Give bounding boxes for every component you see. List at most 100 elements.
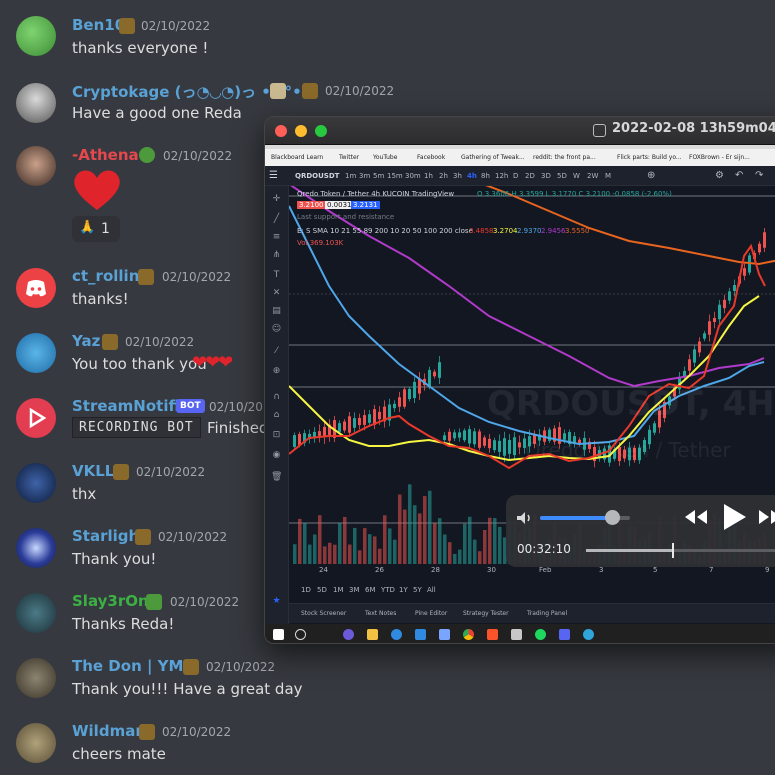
horizontal-lines-icon[interactable]: ≡ [271, 232, 282, 243]
timeframe[interactable]: 8h [481, 172, 490, 180]
menu-icon[interactable]: ☰ [269, 170, 278, 181]
avatar[interactable] [16, 658, 56, 698]
timeframe[interactable]: 2D [525, 172, 535, 180]
tab-pine-editor[interactable]: Pine Editor [415, 610, 447, 617]
rewind-icon[interactable] [684, 509, 708, 525]
bookmark[interactable]: YouTube [373, 154, 397, 161]
range-option[interactable]: All [427, 586, 436, 594]
tab-text-notes[interactable]: Text Notes [365, 610, 396, 617]
avatar[interactable] [16, 146, 56, 186]
spotify-icon[interactable] [535, 629, 546, 640]
range-option[interactable]: 3M [349, 586, 360, 594]
folder-icon[interactable] [367, 629, 378, 640]
timeframe[interactable]: 2h [439, 172, 448, 180]
timeframe[interactable]: D [513, 172, 518, 180]
add-indicator-icon[interactable]: ⊕ [647, 170, 655, 181]
star-icon[interactable]: ★ [271, 596, 282, 607]
app-icon[interactable] [343, 629, 354, 640]
playback-progress[interactable] [586, 543, 775, 558]
range-option[interactable]: 6M [365, 586, 376, 594]
eye-icon[interactable]: ◉ [271, 450, 282, 461]
volume-knob[interactable] [605, 510, 620, 525]
volume-slider[interactable] [540, 510, 630, 525]
timeframe[interactable]: W [573, 172, 580, 180]
timeframe[interactable]: 1h [424, 172, 433, 180]
measure-icon[interactable]: ▤ [271, 306, 282, 317]
timeframe[interactable]: 3m [359, 172, 370, 180]
bookmark[interactable]: Blackboard Learn [271, 154, 323, 161]
crosshair-icon[interactable]: ✛ [271, 194, 282, 205]
app-icon[interactable] [511, 629, 522, 640]
timeframe[interactable]: M [605, 172, 611, 180]
range-option[interactable]: 5Y [413, 586, 422, 594]
username[interactable]: Yaz [72, 332, 100, 350]
username[interactable]: Wildman [72, 722, 146, 740]
playhead[interactable] [671, 543, 674, 558]
avatar[interactable] [16, 723, 56, 763]
timeframe[interactable]: 2W [587, 172, 598, 180]
maximize-icon[interactable] [315, 125, 327, 137]
undo-icon[interactable]: ↶ [735, 170, 743, 181]
bookmark[interactable]: Flick parts: Build yo... [617, 154, 682, 161]
mail-icon[interactable] [415, 629, 426, 640]
ruler-icon[interactable]: ⁄ [271, 346, 282, 357]
timeframe[interactable]: 30m [405, 172, 421, 180]
zoom-in-icon[interactable]: ⊕ [271, 366, 282, 377]
brave-icon[interactable] [487, 629, 498, 640]
symbol-search[interactable]: QRDOUSDT [295, 172, 339, 180]
stream-notifier-logo-icon[interactable] [16, 398, 56, 438]
bookmark[interactable]: FOXBrown - Er sijn... [689, 154, 750, 161]
settings-icon[interactable]: ⚙ [715, 170, 724, 181]
timeframe[interactable]: 3h [453, 172, 462, 180]
discord-icon[interactable] [559, 629, 570, 640]
trash-icon[interactable]: 🗑 [271, 472, 282, 483]
volume-icon[interactable] [516, 511, 534, 525]
close-icon[interactable] [275, 125, 287, 137]
reaction-pill[interactable]: 🙏 1 [72, 216, 120, 242]
timeframe-active[interactable]: 4h [467, 172, 477, 180]
avatar[interactable] [16, 528, 56, 568]
redo-icon[interactable]: ↷ [755, 170, 763, 181]
store-icon[interactable] [439, 629, 450, 640]
bookmark[interactable]: Gathering of Tweak... [461, 154, 525, 161]
range-option[interactable]: YTD [381, 586, 395, 594]
lock-icon[interactable]: ⌂ [271, 410, 282, 421]
timeframe[interactable]: 5m [373, 172, 384, 180]
edge-icon[interactable] [391, 629, 402, 640]
bookmark[interactable]: Facebook [417, 154, 445, 161]
range-option[interactable]: 1Y [399, 586, 408, 594]
username[interactable]: Cryptokage (っ◔◡◔)っ •`-°• [72, 81, 302, 102]
avatar[interactable] [16, 83, 56, 123]
bookmark[interactable]: reddit: the front pa... [533, 154, 596, 161]
fast-forward-icon[interactable] [758, 509, 775, 525]
tab-strategy-tester[interactable]: Strategy Tester [463, 610, 509, 617]
windows-start-icon[interactable] [273, 629, 284, 640]
bookmark[interactable]: Twitter [339, 154, 359, 161]
search-icon[interactable] [295, 629, 306, 640]
magnet-icon[interactable]: ∩ [271, 392, 282, 403]
pattern-icon[interactable]: ✕ [271, 288, 282, 299]
play-icon[interactable] [722, 503, 748, 531]
avatar[interactable] [16, 593, 56, 633]
username[interactable]: VKLL [72, 462, 114, 480]
range-option[interactable]: 1D [301, 586, 311, 594]
username[interactable]: ct_rollins [72, 267, 148, 285]
tab-trading-panel[interactable]: Trading Panel [527, 610, 567, 617]
avatar[interactable] [16, 333, 56, 373]
trend-line-icon[interactable]: ╱ [271, 214, 282, 225]
range-option[interactable]: 1M [333, 586, 344, 594]
timeframe[interactable]: 12h [495, 172, 508, 180]
username[interactable]: The Don | YMH [72, 657, 196, 675]
text-icon[interactable]: T [271, 270, 282, 281]
pitchfork-icon[interactable]: ⋔ [271, 250, 282, 261]
minimize-icon[interactable] [295, 125, 307, 137]
timeframe[interactable]: 15m [387, 172, 403, 180]
username[interactable]: -Athena- [72, 146, 145, 164]
tab-stock-screener[interactable]: Stock Screener [301, 610, 346, 617]
avatar[interactable] [16, 16, 56, 56]
username[interactable]: Ben10 [72, 16, 125, 34]
timeframe[interactable]: 5D [557, 172, 567, 180]
app-icon[interactable] [583, 629, 594, 640]
timeframe[interactable]: 1m [345, 172, 356, 180]
discord-logo-icon[interactable] [16, 268, 56, 308]
